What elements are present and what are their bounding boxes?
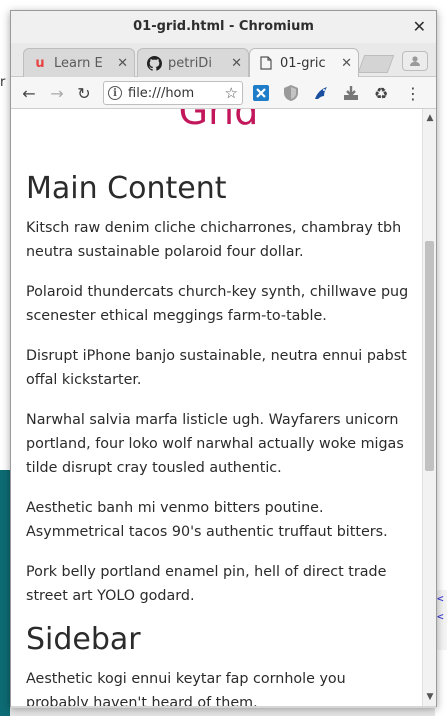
- url-text[interactable]: file:///hom: [128, 86, 221, 101]
- bookmark-star-icon[interactable]: ☆: [225, 84, 238, 102]
- browser-window: 01-grid.html - Chromium ✕ u Learn E ✕ pe…: [10, 10, 437, 708]
- scroll-down-arrow-icon[interactable]: ▼: [423, 690, 437, 704]
- title-bar[interactable]: 01-grid.html - Chromium ✕: [11, 11, 436, 43]
- tab-strip: u Learn E ✕ petriDi ✕ 01-gric ✕: [11, 43, 436, 77]
- paragraph: Pork belly portland enamel pin, hell of …: [26, 564, 387, 604]
- udemy-icon: u: [35, 55, 45, 71]
- new-tab-button[interactable]: [357, 55, 395, 73]
- tab-learn[interactable]: u Learn E ✕: [23, 48, 135, 77]
- paragraph: Aesthetic banh mi venmo bitters poutine.…: [26, 500, 388, 540]
- page-viewport[interactable]: Grid Main Content Kitsch raw denim clich…: [11, 109, 424, 706]
- browser-toolbar: ← → ↻ i file:///hom ☆ ♻ ⋮: [11, 77, 436, 109]
- sidebar-paragraph: Aesthetic kogi ennui keytar fap cornhole…: [26, 671, 346, 706]
- tab-petridish[interactable]: petriDi ✕: [137, 48, 249, 77]
- paragraph: Narwhal salvia marfa listicle ugh. Wayfa…: [26, 412, 404, 476]
- paragraph: Polaroid thundercats church-key synth, c…: [26, 284, 409, 324]
- download-icon[interactable]: [341, 83, 361, 103]
- tab-01-grid[interactable]: 01-gric ✕: [249, 48, 359, 77]
- info-icon[interactable]: i: [108, 86, 122, 100]
- vertical-scrollbar[interactable]: ▲ ▼: [422, 109, 436, 706]
- profile-icon: [410, 56, 420, 66]
- tab-label: Learn E: [54, 55, 103, 71]
- github-icon: [146, 55, 162, 71]
- menu-button[interactable]: ⋮: [403, 83, 423, 103]
- page-title-grid: Grid: [178, 109, 259, 133]
- sidebar-heading: Sidebar: [26, 622, 141, 657]
- tab-close-icon[interactable]: ✕: [231, 56, 242, 71]
- window-title: 01-grid.html - Chromium: [133, 19, 314, 34]
- desktop-edge-text: r: [0, 75, 6, 90]
- profile-button[interactable]: [402, 51, 428, 71]
- window-bottom-edge: [11, 706, 436, 708]
- scroll-up-arrow-icon[interactable]: ▲: [423, 111, 437, 125]
- window-close-button[interactable]: ✕: [413, 17, 426, 36]
- paragraph: Disrupt iPhone banjo sustainable, neutra…: [26, 348, 407, 388]
- back-button[interactable]: ←: [19, 83, 39, 103]
- paragraph: Kitsch raw denim cliche chicharrones, ch…: [26, 220, 402, 260]
- tab-close-icon[interactable]: ✕: [117, 56, 128, 71]
- shield-icon[interactable]: [281, 83, 301, 103]
- tab-label: petriDi: [168, 55, 212, 71]
- forward-button[interactable]: →: [47, 83, 67, 103]
- tab-label: 01-gric: [280, 55, 326, 71]
- main-content-heading: Main Content: [26, 171, 227, 206]
- page-icon: [258, 55, 274, 71]
- address-bar[interactable]: i file:///hom ☆: [103, 81, 243, 105]
- bird-icon[interactable]: [311, 83, 331, 103]
- desktop-teal-panel: [0, 470, 10, 716]
- recycle-icon[interactable]: ♻: [371, 83, 391, 103]
- reload-button[interactable]: ↻: [74, 83, 94, 103]
- tab-close-icon[interactable]: ✕: [341, 56, 352, 71]
- extension-x-icon[interactable]: [251, 83, 271, 103]
- scrollbar-thumb[interactable]: [425, 241, 434, 471]
